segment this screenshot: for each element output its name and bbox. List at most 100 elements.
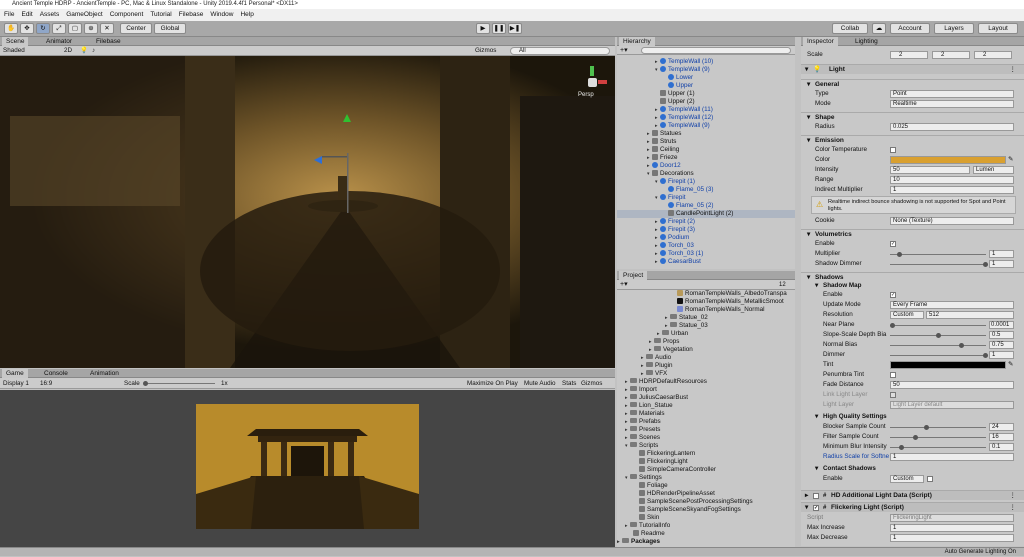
- scale-y-field[interactable]: 2: [932, 51, 970, 59]
- blocker-sample-field[interactable]: 24: [989, 423, 1014, 431]
- project-folder[interactable]: ▸ Props: [649, 338, 679, 346]
- volumetric-enable-checkbox[interactable]: ✓: [890, 241, 896, 247]
- hierarchy-item[interactable]: ▸ Statues: [647, 130, 681, 138]
- hierarchy-item[interactable]: ▾ TempleWall (9): [655, 66, 710, 74]
- hierarchy-item[interactable]: ▸ TempleWall (10): [655, 58, 713, 66]
- volumetrics-section[interactable]: ▾ Volumetrics: [801, 229, 1024, 239]
- project-item[interactable]: Foliage: [639, 482, 668, 490]
- game-view[interactable]: [0, 390, 615, 550]
- project-folder[interactable]: ▸ Urban: [657, 330, 688, 338]
- project-folder[interactable]: ▾ Scripts: [625, 442, 658, 450]
- hd-additional-light-data-header[interactable]: ▸ # HD Additional Light Data (Script) ⋮: [801, 490, 1024, 500]
- project-folder[interactable]: ▸ Audio: [641, 354, 671, 362]
- gizmos-dropdown[interactable]: Gizmos: [475, 46, 496, 56]
- project-folder[interactable]: ▾ Settings: [625, 474, 662, 482]
- project-item[interactable]: SampleScenePostProcessingSettings: [639, 498, 753, 506]
- pause-icon[interactable]: ❚❚: [492, 23, 506, 34]
- project-item[interactable]: RomanTempleWalls_Normal: [677, 306, 765, 314]
- scene-search-input[interactable]: All: [510, 47, 610, 55]
- light-component-header[interactable]: ▾ 💡 Light ⋮: [801, 64, 1024, 74]
- project-folder[interactable]: ▸ Scenes: [625, 434, 660, 442]
- min-blur-field[interactable]: 0.1: [989, 443, 1014, 451]
- project-item[interactable]: Readme: [633, 530, 665, 538]
- link-light-layer-checkbox[interactable]: [890, 392, 896, 398]
- hierarchy-item[interactable]: Lower: [663, 74, 693, 82]
- hierarchy-item[interactable]: Flame_05 (2): [663, 202, 713, 210]
- menu-assets[interactable]: Assets: [40, 9, 60, 21]
- menu-window[interactable]: Window: [210, 9, 233, 21]
- color-temperature-checkbox[interactable]: [890, 147, 896, 153]
- radius-scale-field[interactable]: 1: [890, 453, 1014, 461]
- hierarchy-item[interactable]: ▸ Door12: [647, 162, 681, 170]
- general-section[interactable]: ▾ General: [801, 79, 1024, 89]
- hierarchy-item[interactable]: ▾ Firepit (1): [655, 178, 695, 186]
- menu-component[interactable]: Component: [110, 9, 144, 21]
- tab-lighting[interactable]: Lighting: [851, 37, 882, 46]
- tab-project[interactable]: Project: [619, 271, 648, 280]
- project-folder[interactable]: ▸ VFX: [641, 370, 667, 378]
- resolution-field[interactable]: 512: [926, 311, 1014, 319]
- hierarchy-item[interactable]: ▾ Firepit: [655, 194, 686, 202]
- hierarchy-item[interactable]: ▸ Podium: [655, 234, 689, 242]
- project-item[interactable]: Skin: [639, 514, 659, 522]
- project-folder[interactable]: ▸ Statue_02: [665, 314, 708, 322]
- hierarchy-item[interactable]: ▾ Decorations: [647, 170, 694, 178]
- transform-tool-icon[interactable]: ⊕: [84, 23, 98, 34]
- tab-animator[interactable]: Animator: [42, 37, 76, 46]
- create-plus-icon[interactable]: +▾: [620, 46, 628, 55]
- hierarchy-item[interactable]: Flame_05 (3): [663, 186, 713, 194]
- shading-mode-dropdown[interactable]: Shaded: [3, 46, 25, 56]
- slope-bias-field[interactable]: 0.5: [989, 331, 1014, 339]
- hand-tool-icon[interactable]: ✋: [4, 23, 18, 34]
- light-layer-dropdown[interactable]: Light Layer default: [890, 401, 1014, 409]
- type-dropdown[interactable]: Point: [890, 90, 1014, 98]
- project-folder[interactable]: ▸ Materials: [625, 410, 665, 418]
- shadow-dimmer-slider[interactable]: [983, 262, 988, 267]
- tab-hierarchy[interactable]: Hierarchy: [619, 37, 655, 46]
- project-create-plus-icon[interactable]: +▾: [620, 280, 628, 290]
- hierarchy-item[interactable]: ▸ Ceiling: [647, 146, 679, 154]
- maximize-on-play-toggle[interactable]: Maximize On Play: [467, 378, 518, 389]
- multiplier-slider[interactable]: [897, 252, 902, 257]
- project-folder[interactable]: ▸ Plugin: [641, 362, 673, 370]
- high-quality-subsection[interactable]: ▾ High Quality Settings: [801, 412, 1024, 422]
- layers-dropdown[interactable]: Layers: [934, 23, 974, 34]
- shape-section[interactable]: ▾ Shape: [801, 112, 1024, 122]
- script-field[interactable]: FlickeringLight: [890, 514, 1014, 522]
- orientation-gizmo[interactable]: Persp: [578, 62, 608, 107]
- update-mode-dropdown[interactable]: Every Frame: [890, 301, 1014, 309]
- project-folder[interactable]: ▸ Statue_03: [665, 322, 708, 330]
- project-item[interactable]: FlickeringLantern: [639, 450, 695, 458]
- tint-color-swatch[interactable]: [890, 361, 1006, 369]
- project-folder[interactable]: ▸ HDRPDefaultResources: [625, 378, 707, 386]
- menu-file[interactable]: File: [4, 9, 14, 21]
- tint-eyedropper-icon[interactable]: ✎: [1008, 360, 1013, 370]
- project-item[interactable]: RomanTempleWalls_AlbedoTranspa: [677, 290, 787, 298]
- hierarchy-item[interactable]: ▸ Torch_03 (1): [655, 250, 703, 258]
- hierarchy-search-input[interactable]: [641, 47, 791, 54]
- pivot-center-button[interactable]: Center: [120, 23, 152, 34]
- min-blur-slider[interactable]: [899, 445, 904, 450]
- scale-slider-knob[interactable]: [143, 381, 148, 386]
- fade-distance-field[interactable]: 50: [890, 381, 1014, 389]
- hierarchy-item[interactable]: Upper (1): [655, 90, 695, 98]
- hierarchy-item[interactable]: ▸ TempleWall (12): [655, 114, 713, 122]
- hierarchy-item[interactable]: ▸ TempleWall (9): [655, 122, 710, 130]
- account-dropdown[interactable]: Account: [890, 23, 930, 34]
- rotate-tool-icon[interactable]: ↻: [36, 23, 50, 34]
- menu-tutorial[interactable]: Tutorial: [150, 9, 171, 21]
- scene-view[interactable]: Persp: [0, 56, 615, 368]
- filter-sample-slider[interactable]: [913, 435, 918, 440]
- tab-filebase[interactable]: Filebase: [92, 37, 125, 46]
- hierarchy-item[interactable]: ▸ Torch_03: [655, 242, 694, 250]
- move-tool-icon[interactable]: ✥: [20, 23, 34, 34]
- project-folder[interactable]: ▸ Prefabs: [625, 418, 661, 426]
- scale-z-field[interactable]: 2: [974, 51, 1012, 59]
- scale-slider[interactable]: [145, 383, 215, 384]
- projection-label[interactable]: Persp: [578, 92, 594, 98]
- slope-bias-slider[interactable]: [936, 333, 941, 338]
- eyedropper-icon[interactable]: ✎: [1008, 155, 1013, 165]
- max-decrease-field[interactable]: 1: [890, 534, 1014, 542]
- hierarchy-item[interactable]: ▸ Struts: [647, 138, 676, 146]
- hierarchy-item[interactable]: ▸ Firepit (2): [655, 218, 695, 226]
